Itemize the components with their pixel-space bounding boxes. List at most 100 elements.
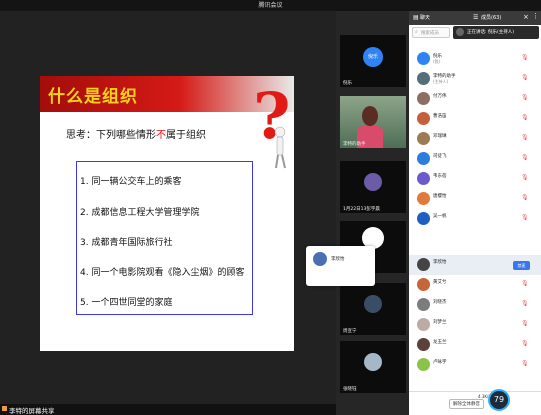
- sidebar: ▤ 聊天 ☰ 成员(63) × ⋮ ⌕ 搜索成员 正在讲话: 倪乐(主持人) 倪…: [409, 11, 541, 415]
- avatar: [313, 252, 327, 266]
- speaking-text: 正在讲话: 倪乐(主持人): [467, 30, 514, 35]
- avatar: [417, 132, 430, 145]
- question-figure-icon: ?: [253, 80, 291, 169]
- video-tile[interactable]: 1月22日13彭宇晨: [340, 161, 406, 213]
- network-stats: 4.3K/s: [478, 394, 491, 399]
- video-panel: 倪乐 倪乐 李特的助手 1月22日13彭宇晨 周宣宁 张晓钰: [336, 11, 409, 415]
- mic-muted-icon[interactable]: 🎙: [521, 340, 529, 347]
- member-row[interactable]: 唐樱怡 🎙: [409, 189, 541, 209]
- member-row[interactable]: 韦东蓓 🎙: [409, 169, 541, 189]
- member-row[interactable]: 刘梦兰 🎙: [409, 315, 541, 335]
- video-tile[interactable]: 周宣宁: [340, 283, 406, 335]
- member-popup[interactable]: 李欣怡: [306, 246, 375, 286]
- member-name: 黄艾兮: [433, 280, 447, 285]
- avatar: [417, 52, 430, 65]
- member-row[interactable]: 卢咏宇 🎙: [409, 355, 541, 375]
- mic-muted-icon[interactable]: 🎙: [521, 194, 529, 201]
- tile-name: 1月22日13彭宇晨: [343, 207, 380, 212]
- unmute-all-button[interactable]: 解除全体静音: [449, 399, 484, 409]
- sidebar-bottom-bar: 解除全体静音: [409, 391, 541, 415]
- mic-muted-icon[interactable]: 🎙: [521, 360, 529, 367]
- member-row[interactable]: 倪乐 (我) 🎙: [409, 49, 541, 69]
- member-name: 唐樱怡: [433, 194, 447, 199]
- mic-muted-icon[interactable]: 🎙: [521, 300, 529, 307]
- share-status-bar: 李特的屏幕共享: [0, 404, 336, 415]
- member-row[interactable]: 吴一帆 🎙: [409, 209, 541, 229]
- video-tile[interactable]: 李特的助手: [340, 96, 406, 148]
- member-name: 吴一帆: [433, 214, 447, 219]
- svg-text:?: ?: [253, 80, 291, 154]
- member-name: 曹浩笛: [433, 114, 447, 119]
- member-row[interactable]: 邓瑞琳 🎙: [409, 129, 541, 149]
- mute-button[interactable]: 禁麦: [513, 261, 530, 270]
- avatar: [364, 295, 382, 313]
- tile-name: 周宣宁: [343, 329, 357, 334]
- share-indicator-icon: [2, 406, 7, 411]
- avatar: [417, 258, 430, 271]
- avatar: [417, 192, 430, 205]
- sidebar-tabs: ▤ 聊天 ☰ 成员(63) × ⋮: [409, 11, 541, 25]
- option-item: 2. 成都信息工程大学管理学院: [80, 208, 200, 218]
- popup-name: 李欣怡: [331, 257, 345, 262]
- option-item: 4. 同一个电影院观看《隐入尘烟》的顾客: [80, 268, 245, 278]
- mic-muted-icon[interactable]: 🎙: [521, 114, 529, 121]
- member-name: 付万伟: [433, 94, 447, 99]
- avatar: [364, 173, 382, 191]
- more-icon[interactable]: ⋮: [532, 12, 539, 20]
- avatar: [417, 278, 430, 291]
- avatar: [417, 72, 430, 85]
- mic-muted-icon[interactable]: 🎙: [521, 320, 529, 327]
- mic-muted-icon[interactable]: 🎙: [521, 94, 529, 101]
- member-name: 刘梦兰: [433, 320, 447, 325]
- member-row[interactable]: 龙玉兰 🎙: [409, 335, 541, 355]
- avatar: [417, 112, 430, 125]
- mic-muted-icon[interactable]: 🎙: [521, 74, 529, 81]
- avatar: [456, 28, 464, 36]
- member-role: (我): [433, 59, 441, 64]
- chat-icon: ▤: [413, 14, 419, 21]
- video-tile[interactable]: 倪乐 倪乐: [340, 35, 406, 87]
- mic-muted-icon[interactable]: 🎙: [521, 154, 529, 161]
- member-row[interactable]: 刘晓杰 🎙: [409, 295, 541, 315]
- mic-muted-icon[interactable]: 🎙: [521, 214, 529, 221]
- question-prefix: 思考：下列哪些情形: [66, 130, 156, 141]
- member-name: 邓瑞琳: [433, 134, 447, 139]
- close-icon[interactable]: ×: [523, 13, 529, 21]
- avatar: [417, 212, 430, 225]
- avatar: [417, 152, 430, 165]
- member-row[interactable]: 付万伟 🎙: [409, 89, 541, 109]
- tab-chat[interactable]: 聊天: [420, 14, 430, 21]
- app-title: 腾讯会议: [258, 2, 283, 9]
- speaking-indicator: 正在讲话: 倪乐(主持人): [453, 26, 539, 39]
- tab-members[interactable]: 成员(63): [481, 14, 501, 21]
- mic-muted-icon[interactable]: 🎙: [521, 280, 529, 287]
- network-gauge: 79: [488, 389, 510, 411]
- search-input[interactable]: ⌕ 搜索成员: [412, 27, 450, 38]
- search-placeholder: 搜索成员: [421, 31, 439, 36]
- avatar: [417, 338, 430, 351]
- person-head: [362, 106, 378, 126]
- avatar: [417, 298, 430, 311]
- mic-muted-icon[interactable]: 🎙: [521, 54, 529, 61]
- shared-slide: 什么是组织 ? 思考：下列哪些情形不属于组织 1. 同一辆公交车上的乘客 2. …: [40, 76, 294, 351]
- tile-name: 李特的助手: [343, 142, 366, 147]
- option-item: 1. 同一辆公交车上的乘客: [80, 177, 182, 187]
- member-row[interactable]: 曹浩笛 🎙: [409, 109, 541, 129]
- slide-question: 思考：下列哪些情形不属于组织: [66, 126, 206, 141]
- member-row[interactable]: 李特的助手 (主持人) 🎙: [409, 69, 541, 89]
- avatar: [364, 353, 382, 371]
- video-tile[interactable]: 张晓钰: [340, 341, 406, 393]
- options-box: 1. 同一辆公交车上的乘客 2. 成都信息工程大学管理学院 3. 成都青年国际旅…: [76, 161, 253, 315]
- member-name: 龙玉兰: [433, 340, 447, 345]
- members-icon: ☰: [473, 14, 479, 21]
- screen-share-area: 什么是组织 ? 思考：下列哪些情形不属于组织 1. 同一辆公交车上的乘客 2. …: [0, 11, 336, 404]
- member-row[interactable]: 司徒飞 🎙: [409, 149, 541, 169]
- avatar: [417, 92, 430, 105]
- member-name: 司徒飞: [433, 154, 447, 159]
- mic-muted-icon[interactable]: 🎙: [521, 174, 529, 181]
- option-item: 3. 成都青年国际旅行社: [80, 238, 173, 248]
- member-row[interactable]: 黄艾兮 🎙: [409, 275, 541, 295]
- question-highlight: 不: [156, 130, 166, 141]
- mic-muted-icon[interactable]: 🎙: [521, 134, 529, 141]
- title-bar: 腾讯会议: [0, 0, 541, 11]
